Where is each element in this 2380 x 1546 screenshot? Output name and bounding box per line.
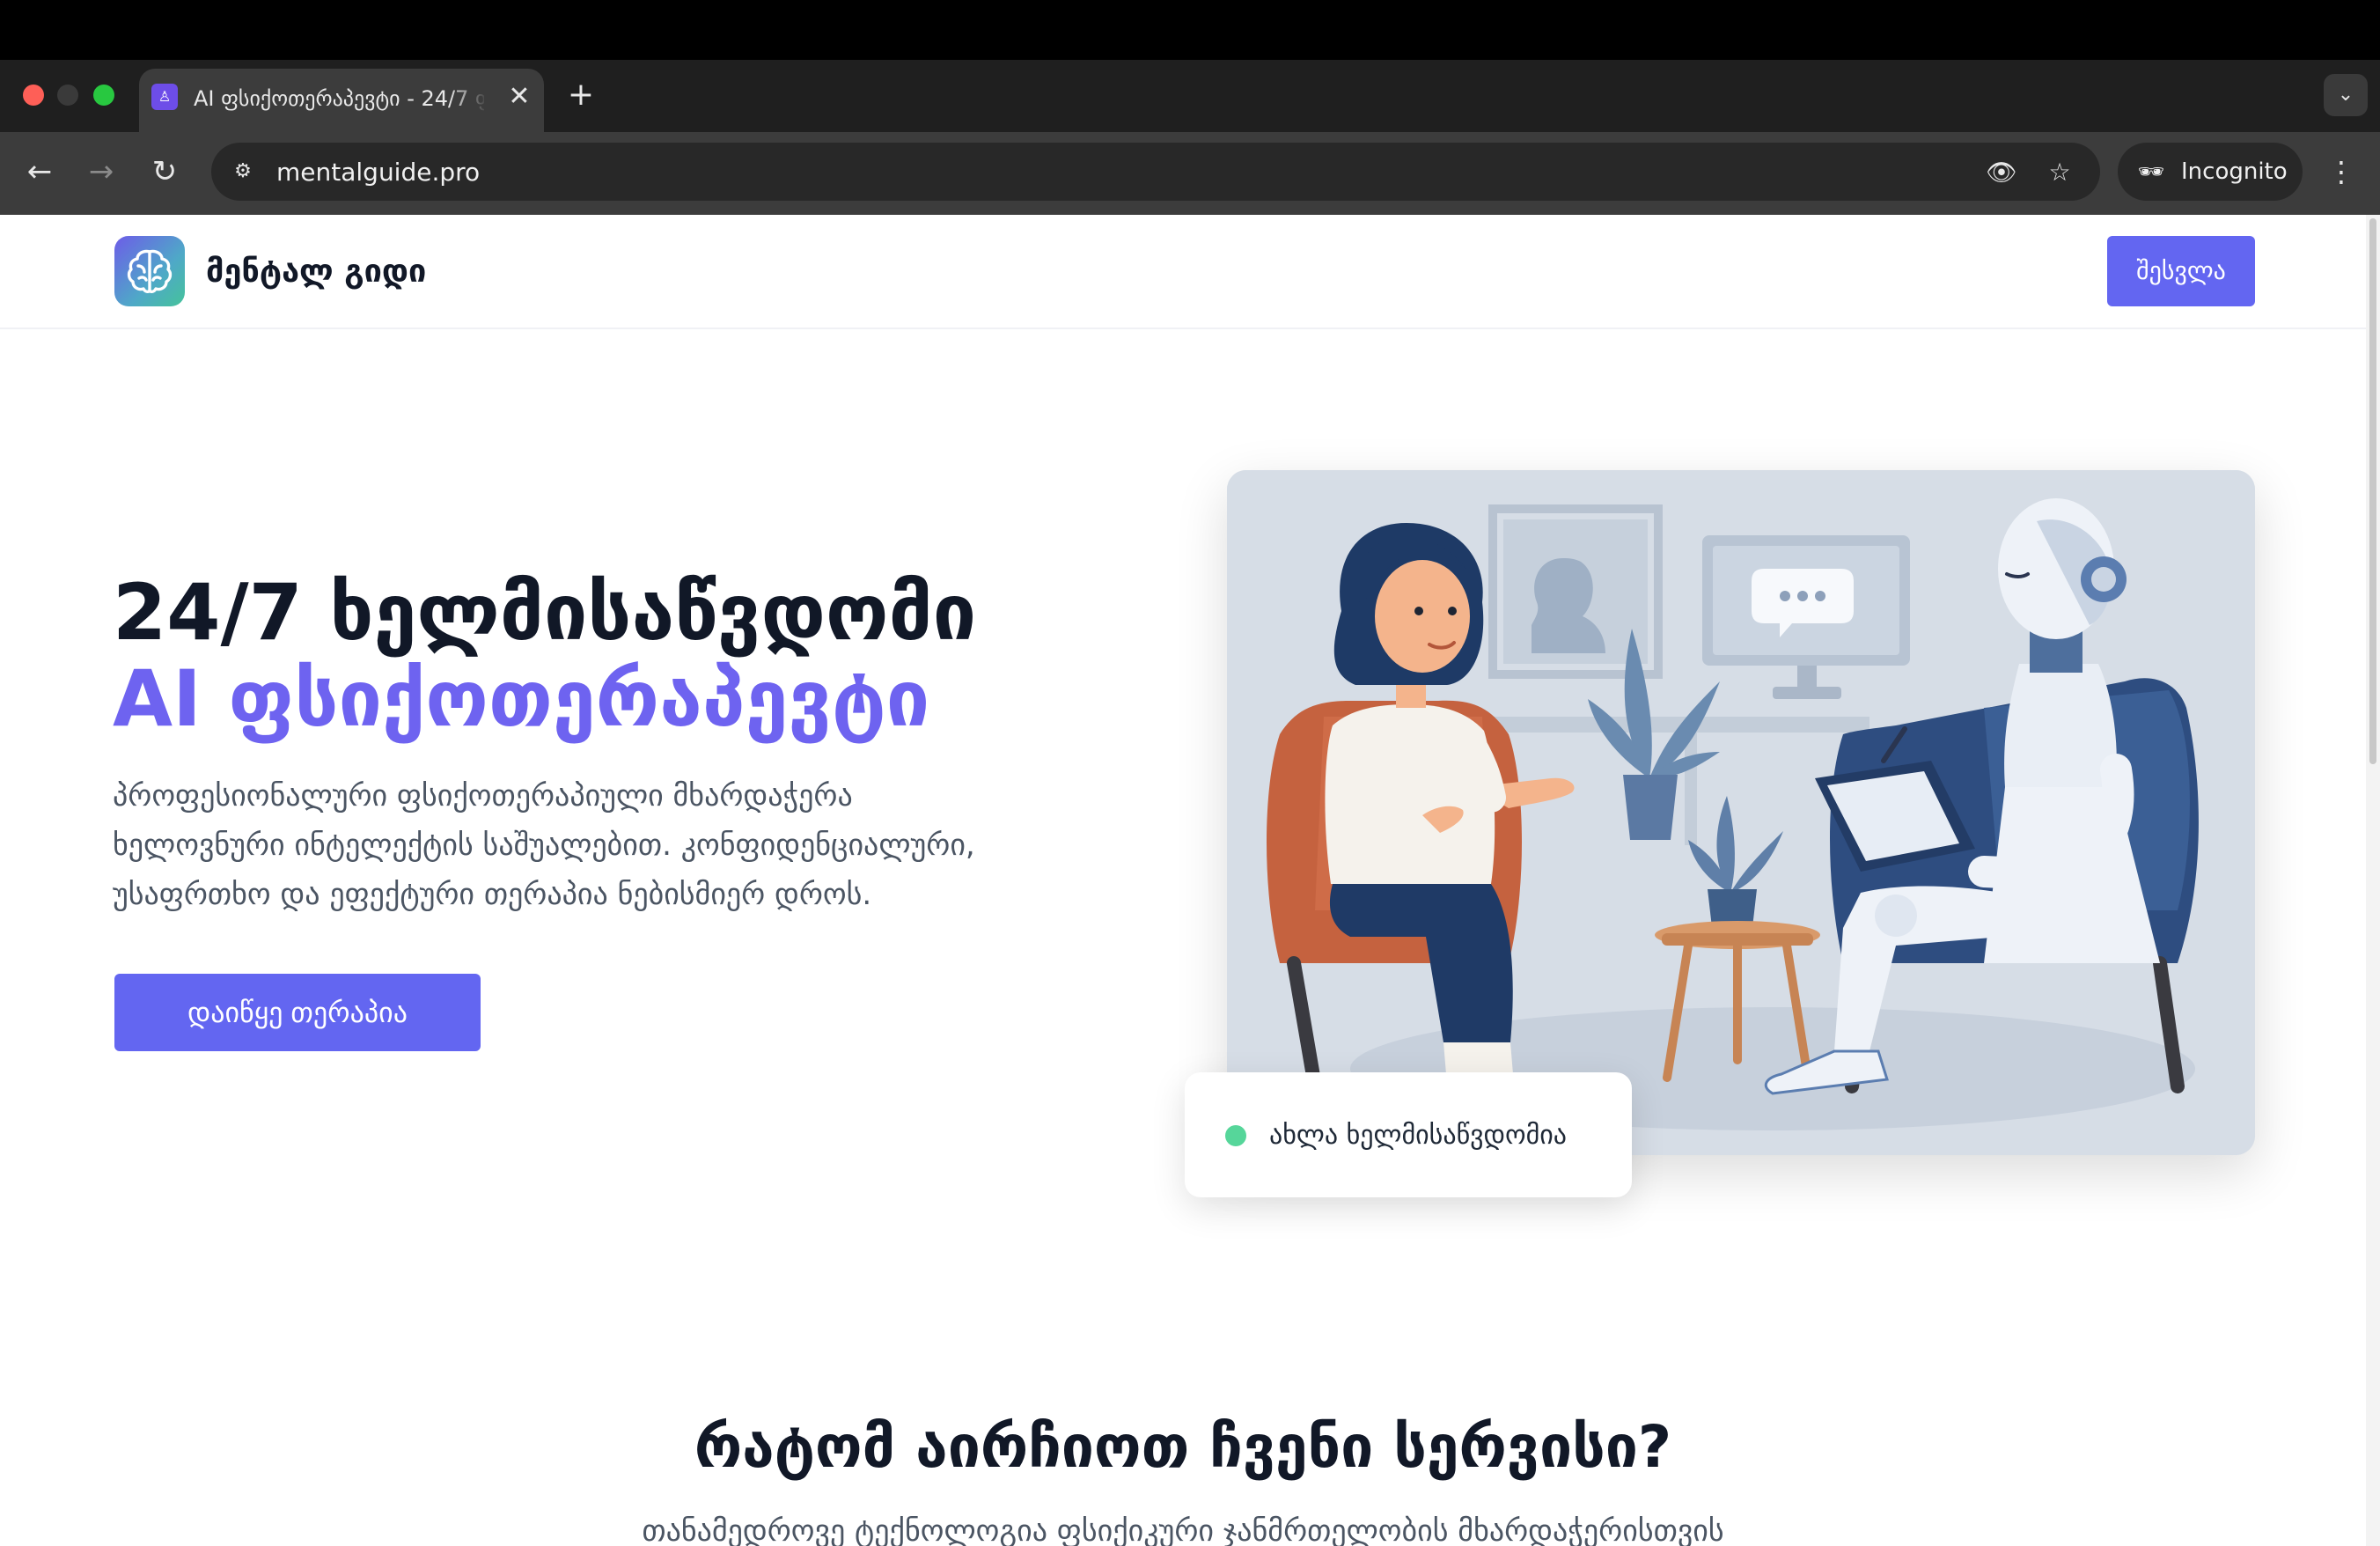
screen-top-bar [0,0,2380,60]
hero-title-line-1: 24/7 ხელმისაწვდომი [113,567,977,658]
brain-logo-icon[interactable] [114,236,185,306]
new-tab-icon[interactable]: + [563,76,599,114]
features-section-title: რატომ აირჩიოთ ჩვენი სერვისი? [694,1413,1672,1481]
therapy-illustration-art [1227,470,2255,1155]
active-tab[interactable]: ♙ AI ფსიქოთერაპევტი - 24/7 ფსიქოთერაპიულ… [139,69,544,132]
online-status-dot [1225,1125,1246,1146]
address-bar[interactable] [211,143,2100,201]
hero-title-line-2: AI ფსიქოთერაპევტი [113,653,930,744]
incognito-label: Incognito [2181,158,2288,185]
site-favicon-icon: ♙ [151,84,178,110]
hero-description-line-3: უსაფრთხო და ეფექტური თერაპია ნებისმიერ დ… [113,877,872,912]
incognito-badge[interactable]: 🕶 Incognito [2118,143,2303,201]
forward-icon[interactable]: → [79,150,123,194]
maximize-window-button[interactable] [93,85,114,106]
tab-title: AI ფსიქოთერაპევტი - 24/7 ფსიქოთერაპიული … [194,86,484,111]
availability-label: ახლა ხელმისაწვდომია [1269,1120,1568,1151]
web-page: მენტალ გიდი შესვლა 24/7 ხელმისაწვდომი AI… [0,215,2380,1546]
hero-description-line-1: პროფესიონალური ფსიქოთერაპიული მხარდაჭერა [113,778,853,813]
reload-icon[interactable]: ↻ [143,150,187,194]
back-icon[interactable]: ← [18,150,62,194]
browser-menu-icon[interactable]: ⋮ [2324,151,2359,192]
site-settings-icon[interactable]: ⚙ [227,156,259,188]
login-button[interactable]: შესვლა [2107,236,2255,306]
bookmark-star-icon[interactable]: ☆ [2042,155,2077,190]
tab-title-fade [449,77,488,118]
tab-search-icon[interactable]: ⌄ [2324,74,2368,116]
hero-description-line-2: ხელოვნური ინტელექტის საშუალებით. კონფიდე… [113,828,975,863]
minimize-window-button[interactable] [57,85,78,106]
features-section-subtitle: თანამედროვე ტექნოლოგია ფსიქიკური ჯანმრთე… [642,1513,1724,1546]
tracking-protection-icon[interactable]: 👁 [1984,155,2019,190]
close-window-button[interactable] [23,85,44,106]
start-therapy-button[interactable]: დაიწყე თერაპია [114,974,481,1051]
brand-name[interactable]: მენტალ გიდი [206,250,426,294]
hero-description: პროფესიონალური ფსიქოთერაპიული მხარდაჭერა… [113,771,1186,919]
therapy-illustration [1227,470,2255,1155]
site-header: მენტალ გიდი შესვლა [0,215,2366,329]
close-tab-icon[interactable]: ✕ [502,79,537,114]
url-text[interactable]: mentalguide.pro [276,155,480,190]
incognito-icon: 🕶 [2137,159,2165,184]
page-scrollbar-thumb[interactable] [2369,218,2376,764]
availability-card: ახლა ხელმისაწვდომია [1185,1072,1632,1197]
